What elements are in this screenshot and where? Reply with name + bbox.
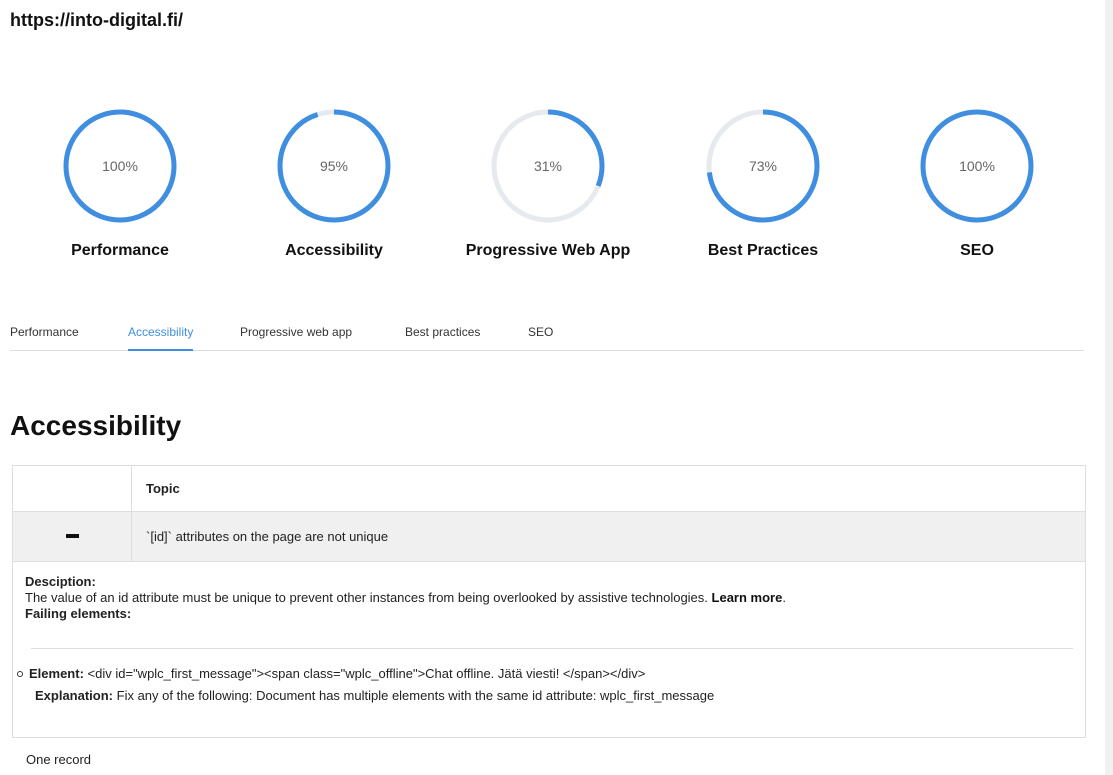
element-label: Element:	[29, 666, 84, 681]
gauge-performance: 100% Performance	[0, 106, 240, 276]
gauge-percent: 100%	[102, 158, 138, 174]
element-line: Element: <div id="wplc_first_message"><s…	[17, 663, 714, 685]
list-item: Element: <div id="wplc_first_message"><s…	[17, 663, 714, 707]
table-row[interactable]: `[id]` attributes on the page are not un…	[13, 512, 1085, 562]
gauge-label: Progressive Web App	[465, 242, 631, 259]
row-topic: `[id]` attributes on the page are not un…	[146, 529, 389, 544]
row-details: Desciption: The value of an id attribute…	[13, 562, 1085, 737]
description-text: The value of an id attribute must be uni…	[25, 590, 1073, 606]
gauge-percent: 100%	[959, 158, 995, 174]
tab-best-practices[interactable]: Best practices	[405, 325, 480, 349]
gauge-percent: 95%	[319, 158, 349, 174]
audit-table: Topic `[id]` attributes on the page are …	[12, 465, 1086, 738]
tab-performance[interactable]: Performance	[10, 325, 79, 349]
minus-icon[interactable]	[66, 534, 79, 538]
gauge-label: Performance	[71, 242, 169, 259]
gauge-percent: 73%	[748, 158, 778, 174]
gauge-seo: 100% SEO	[857, 106, 1097, 276]
section-title: Accessibility	[10, 410, 182, 441]
tab-seo[interactable]: SEO	[528, 325, 553, 349]
explanation-value: Fix any of the following: Document has m…	[116, 688, 715, 703]
header-empty-cell	[13, 466, 132, 511]
gauge-accessibility: 95% Accessibility	[214, 106, 454, 276]
learn-more-link[interactable]: Learn more	[712, 590, 783, 605]
gauge-label: Accessibility	[285, 242, 383, 259]
toggle-cell	[13, 512, 132, 561]
element-value: <div id="wplc_first_message"><span class…	[87, 666, 646, 681]
gauge-progressive-web-app: 31% Progressive Web App	[428, 106, 668, 276]
table-header: Topic	[13, 466, 1085, 512]
gauge-label: Best Practices	[707, 242, 819, 259]
score-gauges: 100% Performance 95% Accessibility 31% P…	[0, 106, 1090, 276]
tab-progressive-web-app[interactable]: Progressive web app	[240, 325, 352, 349]
page-url: https://into-digital.fi/	[10, 10, 183, 30]
explanation-line: Explanation: Fix any of the following: D…	[17, 685, 714, 707]
record-count: One record	[26, 752, 92, 767]
header-topic: Topic	[146, 481, 180, 496]
gauge-best-practices: 73% Best Practices	[643, 106, 883, 276]
explanation-label: Explanation:	[35, 688, 114, 703]
description-label: Desciption:	[25, 574, 96, 589]
bullet-icon	[17, 670, 23, 677]
description-period: .	[782, 590, 786, 605]
scrollbar-track[interactable]	[1105, 0, 1113, 775]
failing-elements-label: Failing elements:	[25, 606, 132, 621]
category-tabs: Performance Accessibility Progressive we…	[10, 322, 1084, 351]
tab-accessibility[interactable]: Accessibility	[128, 325, 194, 351]
gauge-label: SEO	[960, 242, 994, 259]
divider	[31, 648, 1073, 649]
gauge-percent: 31%	[533, 158, 563, 174]
description-body: The value of an id attribute must be uni…	[25, 590, 708, 605]
